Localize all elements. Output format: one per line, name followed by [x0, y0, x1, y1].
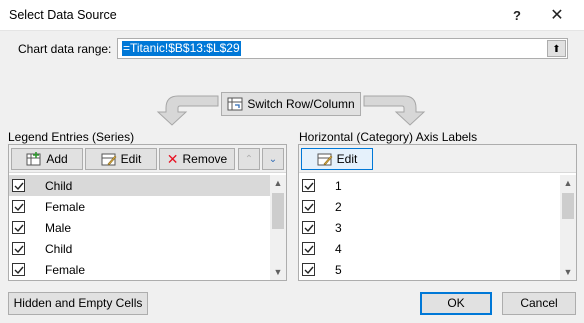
add-series-icon: [26, 152, 41, 166]
switch-icon: [227, 97, 243, 111]
remove-x-icon: ✕: [166, 150, 179, 167]
remove-series-button[interactable]: ✕ Remove: [159, 148, 235, 170]
axis-checkbox[interactable]: [302, 200, 315, 213]
series-name: Child: [45, 178, 73, 193]
list-item[interactable]: 3: [299, 217, 562, 238]
legend-scrollbar[interactable]: ▲ ▼: [270, 175, 286, 280]
checkbox-check-icon: [14, 266, 24, 275]
series-checkbox[interactable]: [12, 221, 25, 234]
series-name: Male: [45, 220, 72, 235]
title-bar: Select Data Source ? ✕: [0, 0, 584, 31]
checkbox-check-icon: [14, 203, 24, 212]
collapse-icon: ⬆: [552, 44, 561, 55]
legend-entries-pane: Add Edit ✕ Remove ⌃ ⌄ Child Female Male …: [8, 144, 287, 281]
list-item[interactable]: 1: [299, 175, 562, 196]
scrollbar-thumb[interactable]: [272, 193, 284, 229]
checkbox-check-icon: [14, 245, 24, 254]
chart-data-range-input[interactable]: =Titanic!$B$13:$L$29 ⬆: [117, 38, 568, 59]
axis-checkbox[interactable]: [302, 179, 315, 192]
edit-axis-button[interactable]: Edit: [301, 148, 373, 170]
add-series-label: Add: [46, 152, 68, 166]
legend-entries-list: Child Female Male Child Female: [9, 175, 272, 280]
list-item[interactable]: Female: [9, 196, 272, 217]
checkbox-check-icon: [14, 224, 24, 233]
series-name: Female: [45, 199, 86, 214]
series-checkbox[interactable]: [12, 179, 25, 192]
list-item[interactable]: Female: [9, 259, 272, 280]
help-button[interactable]: ?: [500, 0, 534, 31]
axis-toolbar: Edit: [299, 145, 576, 173]
ok-button[interactable]: OK: [420, 292, 492, 315]
legend-entries-label: Legend Entries (Series): [8, 130, 135, 144]
edit-axis-label: Edit: [336, 152, 358, 166]
series-checkbox[interactable]: [12, 263, 25, 276]
chevron-up-icon: ⌃: [244, 153, 254, 165]
scrollbar-thumb[interactable]: [562, 193, 574, 219]
edit-icon: [317, 153, 333, 166]
hidden-empty-cells-button[interactable]: Hidden and Empty Cells: [8, 292, 148, 315]
scroll-up-icon[interactable]: ▲: [560, 175, 576, 191]
list-item[interactable]: 2: [299, 196, 562, 217]
axis-labels-pane: Edit 1 2 3 4 5 ▲ ▼: [298, 144, 577, 281]
legend-toolbar: Add Edit ✕ Remove ⌃ ⌄: [9, 145, 286, 173]
list-item[interactable]: Male: [9, 217, 272, 238]
chevron-down-icon: ⌄: [268, 153, 278, 165]
axis-checkbox[interactable]: [302, 263, 315, 276]
scroll-down-icon[interactable]: ▼: [560, 264, 576, 280]
axis-value: 5: [335, 262, 342, 277]
chart-data-range-value: =Titanic!$B$13:$L$29: [122, 41, 241, 56]
checkbox-check-icon: [304, 224, 314, 233]
arrow-left-icon: [156, 95, 219, 126]
move-down-button[interactable]: ⌄: [262, 148, 284, 170]
checkbox-check-icon: [14, 182, 24, 191]
axis-scrollbar[interactable]: ▲ ▼: [560, 175, 576, 280]
edit-series-button[interactable]: Edit: [85, 148, 157, 170]
add-series-button[interactable]: Add: [11, 148, 83, 170]
list-item[interactable]: Child: [9, 238, 272, 259]
series-checkbox[interactable]: [12, 242, 25, 255]
arrow-right-icon: [363, 95, 426, 126]
switch-row-column-label: Switch Row/Column: [247, 97, 355, 111]
list-item[interactable]: 4: [299, 238, 562, 259]
axis-value: 2: [335, 199, 342, 214]
remove-series-label: Remove: [182, 152, 228, 166]
checkbox-check-icon: [304, 203, 314, 212]
axis-value: 4: [335, 241, 342, 256]
close-button[interactable]: ✕: [540, 0, 574, 31]
scroll-down-icon[interactable]: ▼: [270, 264, 286, 280]
edit-icon: [101, 153, 117, 166]
cancel-button[interactable]: Cancel: [502, 292, 576, 315]
switch-row-column-button[interactable]: Switch Row/Column: [221, 92, 361, 116]
axis-labels-label: Horizontal (Category) Axis Labels: [299, 130, 478, 144]
axis-labels-list: 1 2 3 4 5: [299, 175, 562, 280]
list-item[interactable]: Child: [9, 175, 272, 196]
move-up-button[interactable]: ⌃: [238, 148, 260, 170]
window-title: Select Data Source: [9, 8, 117, 22]
chart-data-range-label: Chart data range:: [18, 42, 112, 56]
axis-checkbox[interactable]: [302, 242, 315, 255]
series-checkbox[interactable]: [12, 200, 25, 213]
checkbox-check-icon: [304, 182, 314, 191]
axis-value: 3: [335, 220, 342, 235]
scroll-up-icon[interactable]: ▲: [270, 175, 286, 191]
checkbox-check-icon: [304, 245, 314, 254]
checkbox-check-icon: [304, 266, 314, 275]
list-item[interactable]: 5: [299, 259, 562, 280]
axis-checkbox[interactable]: [302, 221, 315, 234]
series-name: Female: [45, 262, 86, 277]
series-name: Child: [45, 241, 73, 256]
edit-series-label: Edit: [120, 152, 142, 166]
axis-value: 1: [335, 178, 342, 193]
collapse-dialog-button[interactable]: ⬆: [547, 40, 566, 57]
